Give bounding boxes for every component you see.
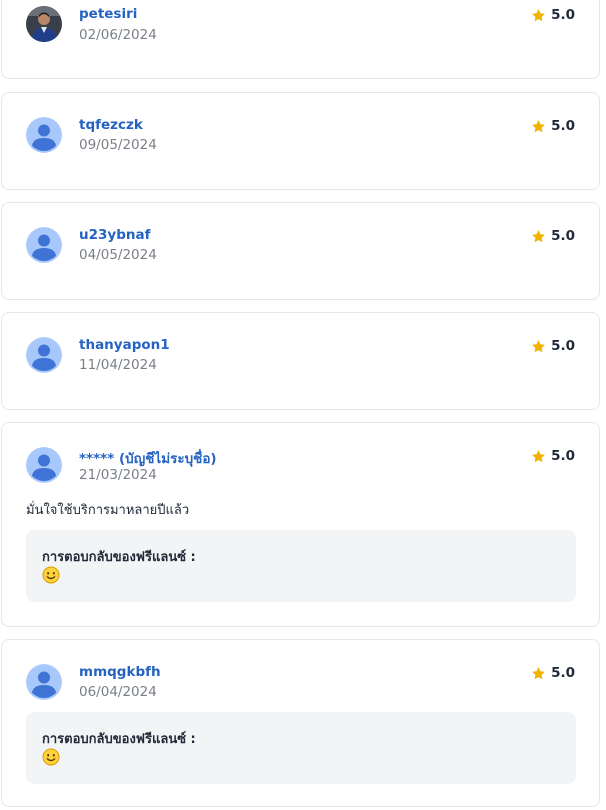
reviewer-name[interactable]: u23ybnaf (79, 227, 150, 243)
rating: 5.0 (531, 118, 575, 134)
review-card: thanyapon1 11/04/2024 5.0 (1, 312, 600, 410)
avatar[interactable] (26, 337, 62, 373)
star-icon (532, 229, 545, 242)
avatar[interactable] (26, 6, 62, 42)
review-card: u23ybnaf 04/05/2024 5.0 (1, 202, 600, 300)
reviewer-name[interactable]: thanyapon1 (79, 337, 170, 353)
smiling-face-icon (42, 566, 60, 588)
review-comment: มั่นใจใช้บริการมาหลายปีแล้ว (26, 503, 190, 518)
star-icon (532, 666, 545, 679)
review-card: petesiri 02/06/2024 5.0 (1, 0, 600, 79)
smiling-face-icon (42, 748, 60, 770)
default-avatar-icon (26, 447, 62, 483)
rating: 5.0 (531, 448, 575, 464)
reply-label: การตอบกลับของฟรีแลนซ์ : (42, 550, 196, 565)
reviewer-name[interactable]: mmqgkbfh (79, 664, 161, 680)
review-card: tqfezczk 09/05/2024 5.0 (1, 92, 600, 190)
rating: 5.0 (531, 338, 575, 354)
user-photo-icon (26, 6, 62, 42)
avatar[interactable] (26, 117, 62, 153)
review-date: 09/05/2024 (79, 137, 157, 153)
avatar[interactable] (26, 664, 62, 700)
freelancer-reply: การตอบกลับของฟรีแลนซ์ : (26, 712, 576, 784)
review-date: 04/05/2024 (79, 247, 157, 263)
star-icon (532, 119, 545, 132)
star-icon (532, 339, 545, 352)
freelancer-reply: การตอบกลับของฟรีแลนซ์ : (26, 530, 576, 602)
review-date: 21/03/2024 (79, 467, 157, 483)
avatar[interactable] (26, 227, 62, 263)
rating-value: 5.0 (551, 228, 575, 244)
rating-value: 5.0 (551, 338, 575, 354)
default-avatar-icon (26, 664, 62, 700)
review-card: ***** (บัญชีไม่ระบุชื่อ) 21/03/2024 5.0 … (1, 422, 600, 627)
rating: 5.0 (531, 228, 575, 244)
rating-value: 5.0 (551, 7, 575, 23)
default-avatar-icon (26, 117, 62, 153)
default-avatar-icon (26, 337, 62, 373)
star-icon (532, 8, 545, 21)
default-avatar-icon (26, 227, 62, 263)
avatar[interactable] (26, 447, 62, 483)
rating-value: 5.0 (551, 665, 575, 681)
star-icon (532, 449, 545, 462)
rating-value: 5.0 (551, 118, 575, 134)
review-date: 11/04/2024 (79, 357, 157, 373)
rating-value: 5.0 (551, 448, 575, 464)
review-list: petesiri 02/06/2024 5.0 tqfezczk 09/05/2… (0, 0, 606, 810)
rating: 5.0 (531, 665, 575, 681)
rating: 5.0 (531, 7, 575, 23)
reviewer-name[interactable]: tqfezczk (79, 117, 143, 133)
review-date: 06/04/2024 (79, 684, 157, 700)
review-card: mmqgkbfh 06/04/2024 5.0 การตอบกลับของฟรี… (1, 639, 600, 807)
review-date: 02/06/2024 (79, 27, 157, 43)
reviewer-name[interactable]: ***** (บัญชีไม่ระบุชื่อ) (79, 447, 217, 469)
reviewer-name[interactable]: petesiri (79, 6, 137, 22)
reply-label: การตอบกลับของฟรีแลนซ์ : (42, 732, 196, 747)
